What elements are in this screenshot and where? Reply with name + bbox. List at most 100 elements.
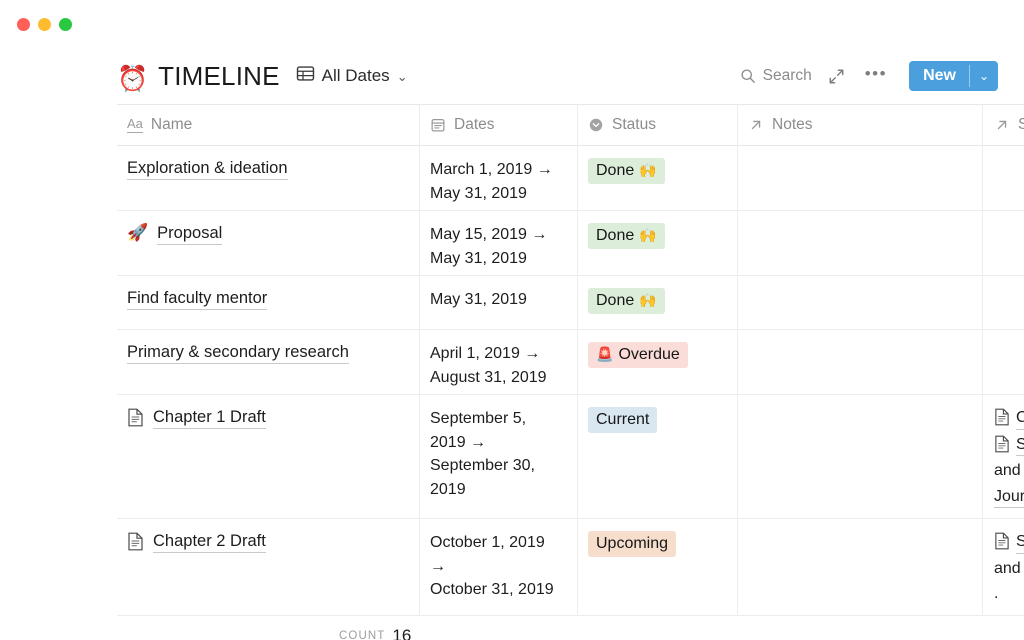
cell-dates[interactable]: March 1, 2019 → May 31, 2019 — [420, 146, 578, 210]
cell-sources[interactable] — [983, 330, 1024, 394]
date-line: May 31, 2019 — [430, 247, 565, 271]
cell-notes[interactable] — [738, 211, 983, 275]
chevron-down-icon: ⌄ — [397, 69, 408, 85]
count-value: 16 — [392, 626, 411, 640]
column-header-label: Notes — [772, 116, 813, 134]
cell-sources[interactable]: C S and Jour — [983, 395, 1024, 518]
cell-name[interactable]: Chapter 1 Draft — [117, 395, 420, 518]
relation-label: S — [1016, 531, 1024, 554]
cell-notes[interactable] — [738, 146, 983, 210]
cell-status[interactable]: 🚨 Overdue — [578, 330, 738, 394]
cell-name[interactable]: Find faculty mentor — [117, 276, 420, 329]
cell-status[interactable]: Current — [578, 395, 738, 518]
table-row[interactable]: Chapter 2 Draft October 1, 2019 → Octobe… — [117, 519, 1024, 616]
cell-notes[interactable] — [738, 395, 983, 518]
column-header-status[interactable]: Status — [578, 105, 738, 145]
row-title-link[interactable]: Find faculty mentor — [127, 288, 267, 310]
table-row[interactable]: 🚀 Proposal May 15, 2019 → May 31, 2019 D… — [117, 211, 1024, 276]
cell-status[interactable]: Done 🙌 — [578, 211, 738, 275]
cell-notes[interactable] — [738, 519, 983, 615]
page-icon — [127, 408, 144, 427]
cell-status[interactable]: Done 🙌 — [578, 276, 738, 329]
cell-status[interactable]: Done 🙌 — [578, 146, 738, 210]
new-button-chevron-down-icon[interactable]: ⌄ — [970, 61, 998, 91]
row-title-link[interactable]: Proposal — [157, 223, 222, 245]
more-options-button[interactable]: ••• — [853, 63, 899, 89]
cell-sources[interactable] — [983, 146, 1024, 210]
cell-name[interactable]: Primary & secondary research — [117, 330, 420, 394]
date-line: 2019 → — [430, 431, 565, 455]
expand-button[interactable] — [820, 62, 853, 91]
cell-sources[interactable]: S and . — [983, 519, 1024, 615]
cell-dates[interactable]: April 1, 2019 → August 31, 2019 — [420, 330, 578, 394]
column-header-sources[interactable]: S — [983, 105, 1024, 145]
zoom-window-button[interactable] — [59, 18, 72, 31]
cell-dates[interactable]: May 15, 2019 → May 31, 2019 — [420, 211, 578, 275]
raising-hands-emoji: 🙌 — [639, 292, 656, 309]
new-button[interactable]: New — [909, 61, 969, 91]
relation-chip[interactable]: S — [994, 434, 1012, 457]
view-selector-all-dates[interactable]: All Dates ⌄ — [296, 64, 408, 88]
window-titlebar — [0, 0, 1024, 48]
relation-label: and — [994, 558, 1021, 580]
column-header-label: S — [1018, 116, 1024, 134]
cell-status[interactable]: Upcoming — [578, 519, 738, 615]
minimize-window-button[interactable] — [38, 18, 51, 31]
table-footer: COUNT 16 — [117, 616, 1024, 640]
table-header-row: Aa Name Dates Status — [117, 105, 1024, 146]
cell-name[interactable]: Exploration & ideation — [117, 146, 420, 210]
table-row[interactable]: Chapter 1 Draft September 5, 2019 → Sept… — [117, 395, 1024, 519]
relation-chip[interactable]: C — [994, 407, 1012, 430]
close-window-button[interactable] — [17, 18, 30, 31]
status-badge: Done 🙌 — [588, 223, 665, 249]
cell-name[interactable]: Chapter 2 Draft — [117, 519, 420, 615]
cell-notes[interactable] — [738, 330, 983, 394]
status-label: Upcoming — [596, 534, 668, 553]
cell-notes[interactable] — [738, 276, 983, 329]
relation-chip[interactable]: S — [994, 531, 1012, 554]
date-line: May 31, 2019 — [430, 182, 565, 206]
relation-label: C — [1016, 407, 1024, 430]
status-badge: Done 🙌 — [588, 158, 665, 184]
rocket-icon: 🚀 — [127, 223, 148, 243]
row-title-link[interactable]: Chapter 2 Draft — [153, 531, 266, 553]
row-title-link[interactable]: Exploration & ideation — [127, 158, 288, 180]
column-header-label: Status — [612, 116, 656, 134]
column-header-notes[interactable]: Notes — [738, 105, 983, 145]
title-group: ⏰ TIMELINE — [117, 61, 280, 92]
table-view-icon — [296, 64, 315, 88]
siren-emoji: 🚨 — [596, 346, 613, 363]
table-row[interactable]: Find faculty mentor May 31, 2019 Done 🙌 — [117, 276, 1024, 330]
page-icon — [994, 408, 1010, 426]
cell-dates[interactable]: May 31, 2019 — [420, 276, 578, 329]
relation-text-fragment: and — [994, 558, 1012, 580]
timeline-table: Aa Name Dates Status — [117, 104, 1024, 616]
cell-dates[interactable]: September 5, 2019 → September 30, 2019 — [420, 395, 578, 518]
column-header-name[interactable]: Aa Name — [117, 105, 420, 145]
page-icon — [994, 532, 1010, 550]
table-row[interactable]: Primary & secondary research April 1, 20… — [117, 330, 1024, 395]
raising-hands-emoji: 🙌 — [639, 162, 656, 179]
relation-label: . — [994, 583, 998, 605]
table-row[interactable]: Exploration & ideation March 1, 2019 → M… — [117, 146, 1024, 211]
calendar-icon — [430, 117, 446, 133]
search-button[interactable]: Search — [732, 61, 820, 91]
cell-name[interactable]: 🚀 Proposal — [117, 211, 420, 275]
page-icon — [127, 532, 144, 551]
new-button-group[interactable]: New ⌄ — [909, 61, 998, 91]
status-badge: 🚨 Overdue — [588, 342, 688, 368]
column-header-dates[interactable]: Dates — [420, 105, 578, 145]
date-line: April 1, 2019 → — [430, 342, 565, 366]
date-line: October 1, 2019 → — [430, 531, 565, 578]
alarm-clock-icon: ⏰ — [117, 67, 148, 92]
date-line: October 31, 2019 — [430, 578, 565, 602]
select-circle-icon — [588, 117, 604, 133]
relation-arrow-icon — [994, 117, 1010, 133]
relation-arrow-icon — [748, 117, 764, 133]
cell-sources[interactable] — [983, 211, 1024, 275]
cell-dates[interactable]: October 1, 2019 → October 31, 2019 — [420, 519, 578, 615]
cell-sources[interactable] — [983, 276, 1024, 329]
row-title-link[interactable]: Chapter 1 Draft — [153, 407, 266, 429]
page-icon — [994, 435, 1010, 453]
row-title-link[interactable]: Primary & secondary research — [127, 342, 349, 364]
